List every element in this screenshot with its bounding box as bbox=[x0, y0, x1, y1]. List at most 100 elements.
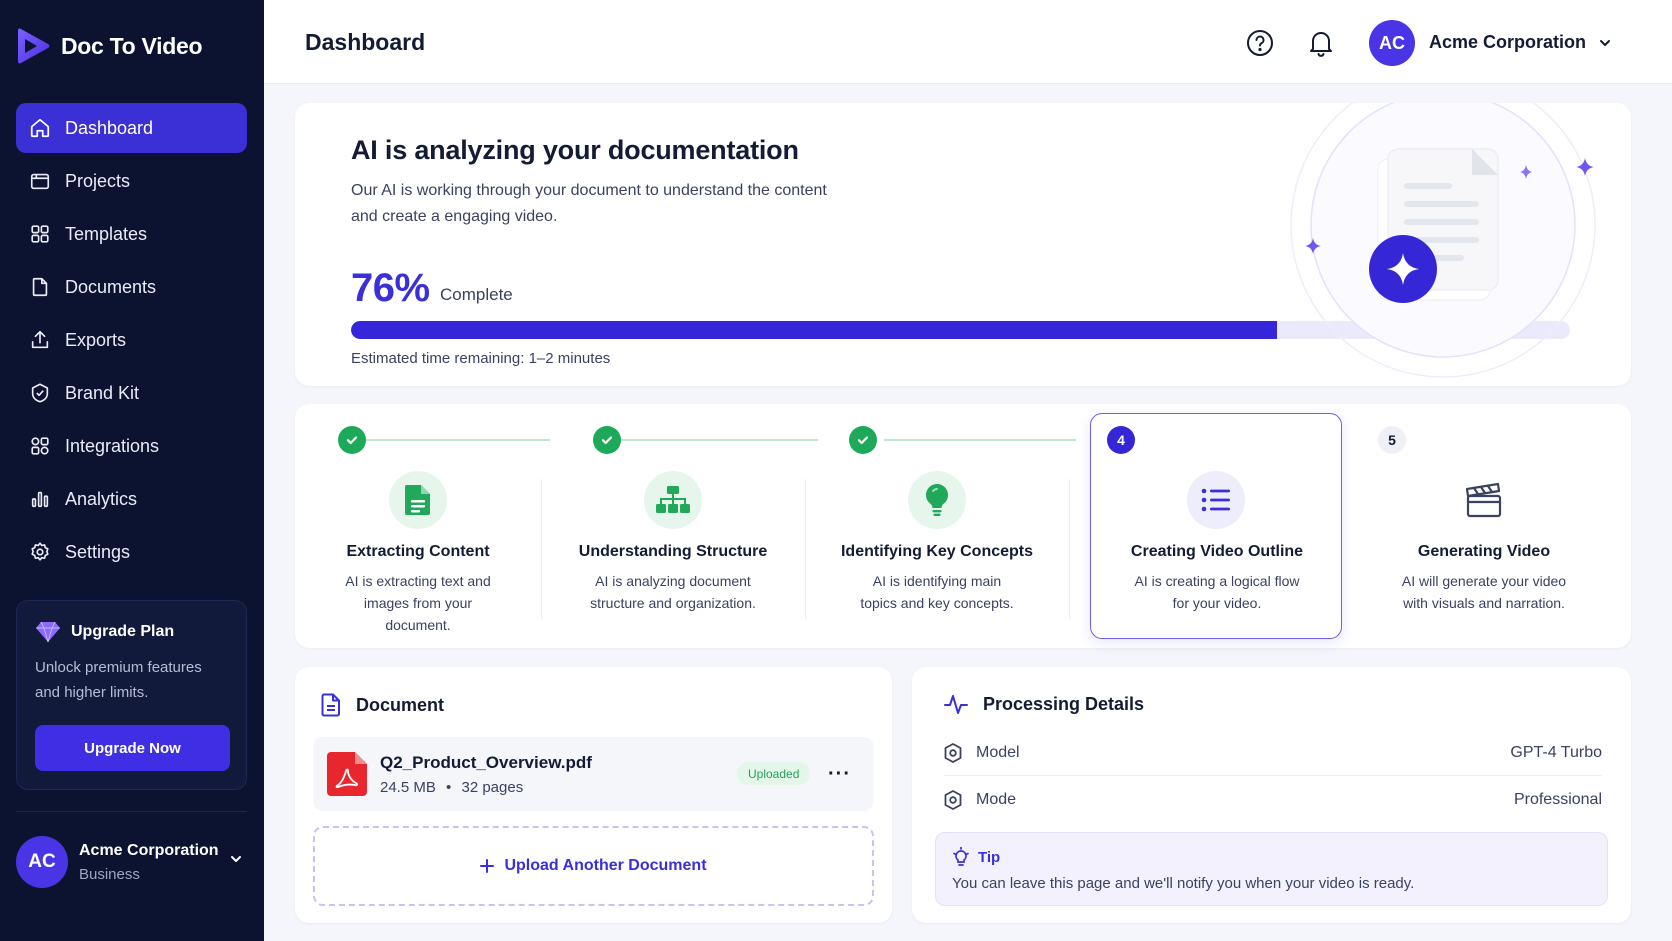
sidebar-item-settings[interactable]: Settings bbox=[16, 527, 247, 577]
chevron-down-icon[interactable] bbox=[1598, 36, 1612, 50]
app-name: Doc To Video bbox=[61, 32, 203, 59]
mode-icon bbox=[944, 790, 962, 810]
clapperboard-icon bbox=[1465, 482, 1502, 518]
step-icon-circle bbox=[644, 471, 702, 529]
sidebar-item-label: Templates bbox=[65, 223, 148, 244]
file-size: 24.5 MB bbox=[380, 779, 436, 796]
detail-row-model: Model GPT-4 Turbo bbox=[944, 730, 1602, 776]
sidebar-item-projects[interactable]: Projects bbox=[16, 156, 247, 206]
more-options-icon[interactable]: ··· bbox=[828, 763, 851, 786]
step-title: Extracting Content bbox=[346, 543, 490, 560]
sidebar: Doc To Video Dashboard Projects Template… bbox=[0, 0, 264, 941]
processing-steps-card: Extracting Content AI is extracting text… bbox=[295, 404, 1631, 648]
home-icon bbox=[30, 118, 50, 138]
upgrade-plan-title: Upgrade Plan bbox=[71, 623, 175, 640]
sidebar-item-analytics[interactable]: Analytics bbox=[16, 474, 247, 524]
step-divider bbox=[541, 479, 542, 619]
chevron-down-icon[interactable] bbox=[229, 852, 243, 866]
avatar: AC bbox=[16, 836, 68, 888]
step-complete-badge bbox=[593, 426, 621, 454]
upgrade-now-button[interactable]: Upgrade Now bbox=[35, 725, 230, 771]
step-title: Creating Video Outline bbox=[1130, 543, 1304, 560]
step-icon-circle bbox=[389, 471, 447, 529]
detail-row-mode: Mode Professional bbox=[944, 777, 1602, 823]
progress-bar-fill bbox=[351, 321, 1278, 339]
tip-title: Tip bbox=[978, 848, 1001, 866]
step-title: Identifying Key Concepts bbox=[840, 543, 1034, 560]
step-divider bbox=[1069, 479, 1070, 619]
sitemap-icon bbox=[656, 486, 690, 513]
uploaded-file-row[interactable]: Q2_Product_Overview.pdf 24.5 MB • 32 pag… bbox=[313, 737, 874, 811]
help-icon[interactable] bbox=[1246, 29, 1274, 57]
progress-complete-label: Complete bbox=[440, 285, 513, 304]
progress-percent: 76% bbox=[351, 266, 430, 310]
step-divider bbox=[805, 479, 806, 619]
detail-value: Professional bbox=[1513, 791, 1602, 808]
app-logo[interactable]: Doc To Video bbox=[16, 26, 203, 66]
sidebar-item-dashboard[interactable]: Dashboard bbox=[16, 103, 247, 153]
document-card: Document Q2_Product_Overview.pdf 24.5 MB… bbox=[295, 667, 892, 923]
sidebar-item-documents[interactable]: Documents bbox=[16, 262, 247, 312]
status-badge: Uploaded bbox=[737, 762, 811, 785]
sidebar-divider bbox=[16, 811, 247, 812]
tip-box: Tip You can leave this page and we'll no… bbox=[935, 832, 1608, 906]
document-heading: Document bbox=[356, 694, 445, 715]
file-pages: 32 pages bbox=[461, 779, 524, 796]
step-icon-circle bbox=[1455, 471, 1513, 529]
document-card-header: Document bbox=[321, 693, 444, 717]
analysis-progress-card: AI is analyzing your documentation Our A… bbox=[295, 103, 1631, 386]
step-generating-video: 5 Generating Video AI will generate your… bbox=[1364, 404, 1604, 648]
pdf-file-icon bbox=[327, 752, 367, 796]
plus-icon bbox=[480, 859, 495, 873]
step-number-badge: 4 bbox=[1107, 426, 1135, 454]
check-icon bbox=[346, 436, 358, 445]
step-description: AI is creating a logical flow for your v… bbox=[1134, 573, 1300, 611]
sidebar-item-label: Documents bbox=[65, 276, 157, 297]
gear-icon bbox=[31, 542, 49, 561]
sidebar-item-label: Projects bbox=[65, 170, 131, 191]
upload-another-label: Upload Another Document bbox=[504, 857, 707, 874]
analysis-title: AI is analyzing your documentation bbox=[351, 135, 799, 165]
diamond-icon bbox=[36, 621, 60, 643]
sidebar-user-menu[interactable]: AC Acme Corporation Business bbox=[16, 834, 247, 890]
avatar[interactable]: AC bbox=[1369, 20, 1415, 66]
folder-icon bbox=[30, 173, 50, 190]
file-name: Q2_Product_Overview.pdf bbox=[380, 753, 592, 772]
sidebar-item-label: Dashboard bbox=[65, 117, 154, 138]
activity-icon bbox=[944, 695, 968, 714]
detail-value: GPT-4 Turbo bbox=[1510, 743, 1602, 761]
lightbulb-icon bbox=[953, 847, 969, 866]
file-text-icon bbox=[405, 485, 430, 515]
sidebar-nav: Dashboard Projects Templates Documents E… bbox=[16, 103, 247, 580]
sidebar-item-brand-kit[interactable]: Brand Kit bbox=[16, 368, 247, 418]
document-icon bbox=[321, 693, 340, 717]
brand-kit-icon bbox=[31, 383, 49, 403]
processing-details-heading: Processing Details bbox=[983, 693, 1145, 714]
file-meta-separator: • bbox=[446, 779, 452, 796]
processing-details-card: Processing Details Model GPT-4 Turbo Mod… bbox=[912, 667, 1631, 923]
step-extracting-content: Extracting Content AI is extracting text… bbox=[298, 404, 538, 648]
sidebar-item-label: Exports bbox=[65, 329, 127, 350]
sidebar-item-templates[interactable]: Templates bbox=[16, 209, 247, 259]
sidebar-item-exports[interactable]: Exports bbox=[16, 315, 247, 365]
integrations-icon bbox=[31, 437, 49, 455]
step-complete-badge bbox=[338, 426, 366, 454]
check-icon bbox=[857, 436, 869, 445]
bell-icon[interactable] bbox=[1307, 28, 1335, 58]
sidebar-item-label: Settings bbox=[65, 541, 131, 562]
sidebar-item-integrations[interactable]: Integrations bbox=[16, 421, 247, 471]
list-icon bbox=[1201, 488, 1230, 512]
document-icon bbox=[32, 277, 48, 297]
page-title: Dashboard bbox=[305, 29, 426, 55]
step-icon-circle bbox=[908, 471, 966, 529]
lightbulb-icon bbox=[925, 483, 949, 516]
sidebar-user-plan: Business bbox=[79, 865, 140, 883]
templates-icon bbox=[31, 225, 49, 243]
step-number-badge: 5 bbox=[1378, 426, 1406, 454]
tip-heading: Tip bbox=[952, 847, 1000, 867]
export-icon bbox=[31, 330, 49, 349]
account-name[interactable]: Acme Corporation bbox=[1429, 32, 1586, 53]
model-icon bbox=[944, 742, 962, 763]
sidebar-item-label: Brand Kit bbox=[65, 382, 140, 403]
upload-another-document-button[interactable]: Upload Another Document bbox=[313, 826, 874, 906]
